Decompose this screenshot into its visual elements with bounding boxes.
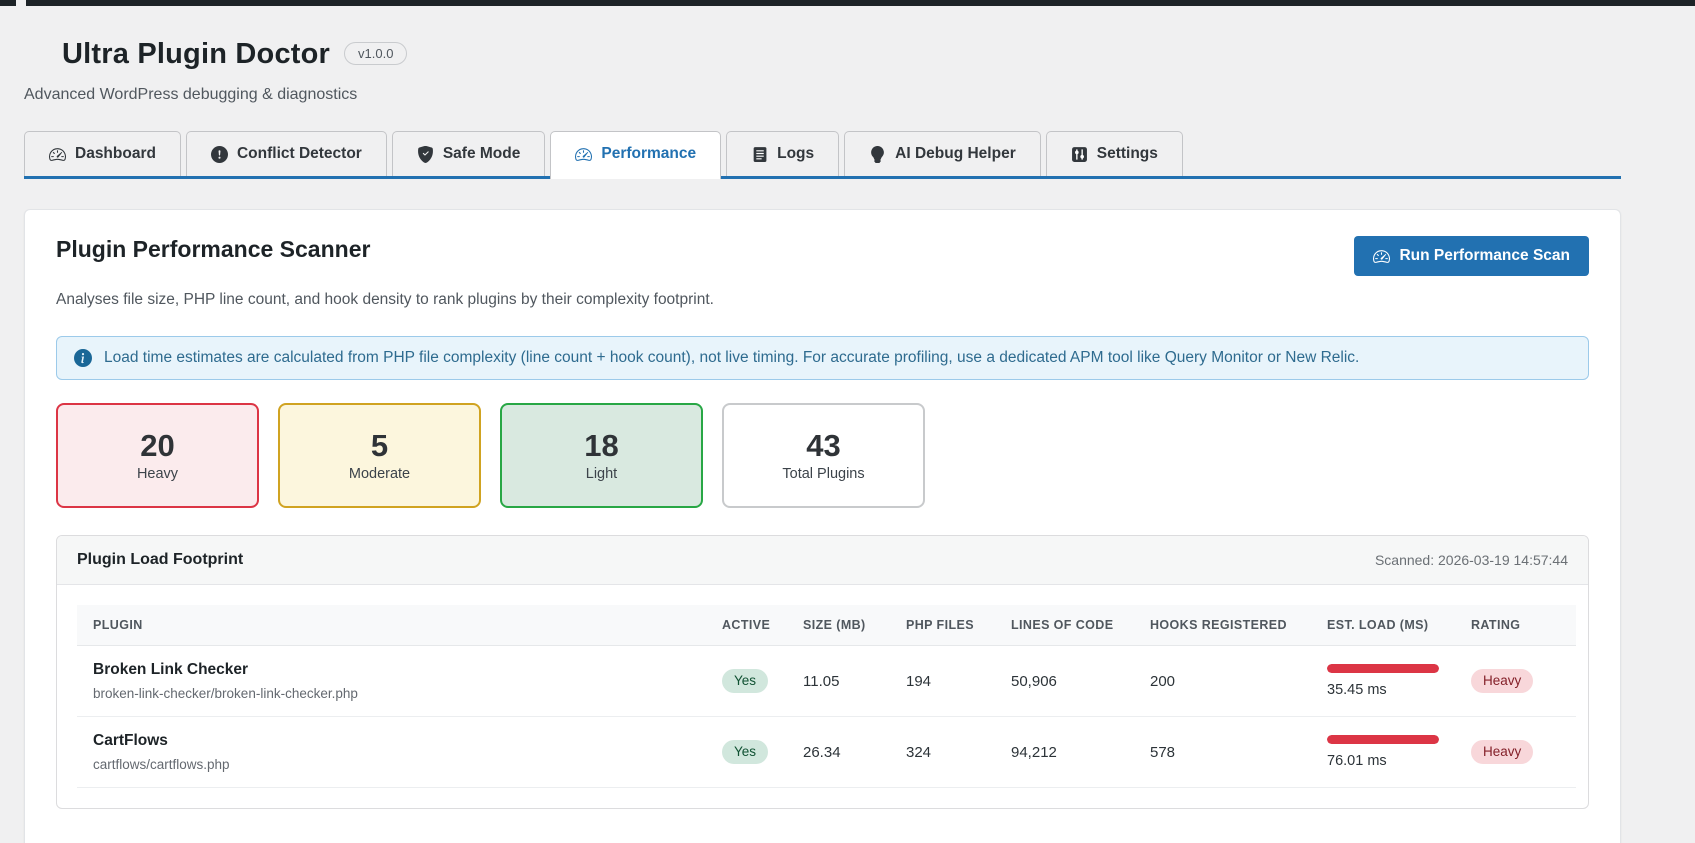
tab-label: Logs [777,145,815,162]
size-mb-cell: 26.34 [803,716,906,788]
rating-badge: Heavy [1471,669,1534,693]
version-badge: v1.0.0 [344,42,408,65]
tab-label: Conflict Detector [236,145,362,162]
stat-card-moderate: 5 Moderate [278,403,481,508]
page-subtitle: Advanced WordPress debugging & diagnosti… [24,86,358,103]
speedometer-icon [49,146,66,163]
size-mb-cell: 11.05 [803,645,906,717]
stat-label: Light [585,465,618,482]
footprint-title: Plugin Load Footprint [77,551,244,568]
performance-panel: Plugin Performance Scanner Run Performan… [24,209,1621,843]
column-header-hooks-registered: HOOKS REGISTERED [1150,605,1327,646]
run-performance-scan-button[interactable]: Run Performance Scan [1354,236,1589,276]
hooks-registered-cell: 200 [1150,645,1327,717]
stat-label: Total Plugins [782,465,865,482]
panel-title: Plugin Performance Scanner [56,236,371,262]
tab-logs[interactable]: Logs [726,131,840,176]
stat-cards: 20 Heavy 5 Moderate 18 Light 43 Total Pl… [56,403,1589,508]
tab-label: Performance [601,145,697,162]
speedometer-icon [575,146,593,163]
plugin-table: PLUGIN ACTIVE SIZE (MB) PHP FILES LINES OF C… [77,605,1576,788]
column-header-lines-of-code: LINES OF CODE [1011,605,1150,646]
tab-label: Safe Mode [442,145,521,162]
stat-card-total-plugins: 43 Total Plugins [722,403,925,508]
load-bar [1327,664,1439,673]
lightbulb-icon [869,145,886,163]
tab-label: Dashboard [75,145,156,162]
info-icon [74,349,92,367]
column-header-active: ACTIVE [722,605,803,646]
stat-label: Moderate [348,465,411,482]
table-header-row: PLUGIN ACTIVE SIZE (MB) PHP FILES LINES OF C… [77,605,1576,646]
column-header-plugin: PLUGIN [77,605,722,646]
plugin-name: Broken Link Checker [93,661,249,678]
column-header-php-files: PHP FILES [906,605,1011,646]
plugin-load-footprint-panel: Plugin Load Footprint Scanned: 2026-03-1… [56,535,1589,809]
stat-label: Heavy [136,465,179,482]
plugin-path: cartflows/cartflows.php [93,757,230,772]
lines-of-code-cell: 50,906 [1011,645,1150,717]
tab-bar: Dashboard Conflict Detector Safe Mode Pe… [24,131,1621,179]
panel-subtitle: Analyses file size, PHP line count, and … [56,291,714,308]
stat-card-light: 18 Light [500,403,703,508]
scan-button-label: Run Performance Scan [1399,247,1570,264]
page-title: Ultra Plugin Doctor [62,38,331,70]
stat-value: 20 [140,427,175,463]
hooks-registered-cell: 578 [1150,716,1327,788]
admin-bar-gap [16,0,26,6]
speedometer-icon [1373,248,1391,265]
active-badge: Yes [722,669,769,693]
stat-value: 5 [370,427,389,463]
tab-settings[interactable]: Settings [1045,131,1183,176]
lines-of-code-cell: 94,212 [1011,716,1150,788]
exclamation-circle-icon [210,145,228,163]
tab-performance[interactable]: Performance [550,131,722,179]
load-ms-label: 35.45 ms [1327,682,1387,698]
stat-value: 43 [806,427,841,463]
admin-bar [0,0,1695,6]
scanned-timestamp: Scanned: 2026-03-19 14:57:44 [1374,552,1568,568]
stat-value: 18 [584,427,619,463]
plugin-name: CartFlows [93,732,168,749]
column-header-est-load-ms: EST. LOAD (MS) [1327,605,1471,646]
tab-conflict-detector[interactable]: Conflict Detector [185,131,387,176]
tab-label: AI Debug Helper [895,145,1016,162]
php-files-cell: 194 [906,645,1011,717]
table-row: Broken Link Checker broken-link-checker/… [77,645,1576,717]
tab-ai-debug-helper[interactable]: AI Debug Helper [844,131,1041,176]
tab-label: Settings [1096,145,1158,162]
load-ms-label: 76.01 ms [1327,753,1387,769]
table-row: CartFlows cartflows/cartflows.php Yes 26… [77,716,1576,788]
active-badge: Yes [722,740,769,764]
page-header: Ultra Plugin Doctor v1.0.0 Advanced Word… [24,38,1621,104]
journal-icon [751,146,768,163]
tab-dashboard[interactable]: Dashboard [24,131,181,176]
column-header-rating: RATING [1471,605,1576,646]
info-alert-text: Load time estimates are calculated from … [104,349,1360,366]
load-bar [1327,735,1439,744]
php-files-cell: 324 [906,716,1011,788]
stat-card-heavy: 20 Heavy [56,403,259,508]
tab-safe-mode[interactable]: Safe Mode [391,131,546,176]
shield-check-icon [417,145,434,163]
sliders-icon [1071,146,1088,163]
plugin-path: broken-link-checker/broken-link-checker.… [93,686,358,701]
info-alert: Load time estimates are calculated from … [56,336,1589,380]
column-header-size-mb: SIZE (MB) [803,605,906,646]
rating-badge: Heavy [1471,740,1534,764]
